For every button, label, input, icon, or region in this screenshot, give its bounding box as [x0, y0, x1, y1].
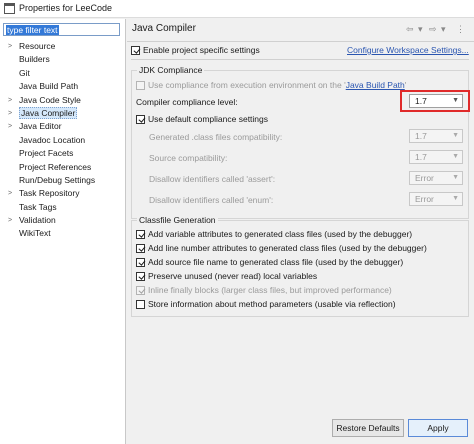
- configure-workspace-link[interactable]: Configure Workspace Settings...: [347, 45, 469, 55]
- sidebar-item-java-code-style[interactable]: > Java Code Style: [0, 94, 125, 107]
- page-header: Java Compiler ⇦ ▾ ⇨ ▾ ⋮: [127, 19, 474, 41]
- sidebar-item-label: Project Facets: [19, 148, 74, 159]
- opt-source-file-checkbox[interactable]: [136, 258, 145, 267]
- menu-icon[interactable]: ⋮: [456, 24, 465, 35]
- back-arrow-icon[interactable]: ⇦: [406, 24, 414, 35]
- sidebar-item-label: Java Build Path: [19, 81, 79, 92]
- enable-specific-label: Enable project specific settings: [143, 45, 260, 55]
- generated-compat-value: 1.7: [415, 131, 427, 141]
- enable-divider: [131, 59, 469, 60]
- sidebar-item-label: Validation: [19, 215, 56, 226]
- filter-input[interactable]: type filter text: [3, 23, 120, 36]
- restore-defaults-button[interactable]: Restore Defaults: [332, 419, 404, 437]
- generated-compat-select[interactable]: 1.7 ▼: [409, 129, 463, 143]
- sidebar-item-label: Resource: [19, 41, 56, 51]
- sidebar-item-label: Java Code Style: [19, 94, 81, 105]
- opt-method-params-label: Store information about method parameter…: [148, 299, 396, 309]
- sidebar-item-label: Run/Debug Settings: [19, 174, 96, 185]
- use-default-checkbox[interactable]: [136, 115, 145, 124]
- property-tree: > Resource Builders Git Java Build Path > Java…: [0, 40, 125, 241]
- chevron-down-icon: ▼: [452, 153, 459, 160]
- opt-variable-attrs-checkbox[interactable]: [136, 230, 145, 239]
- assert-value: Error: [415, 173, 434, 183]
- sidebar-item-java-editor[interactable]: > Java Editor: [0, 120, 125, 133]
- sidebar-item-label: Git: [19, 67, 30, 78]
- opt-preserve-unused-label: Preserve unused (never read) local varia…: [148, 271, 318, 281]
- chevron-right-icon[interactable]: >: [8, 40, 12, 53]
- sidebar-item-label: Task Tags: [19, 201, 57, 212]
- chevron-right-icon[interactable]: >: [8, 120, 12, 133]
- opt-line-number-label: Add line number attributes to generated …: [148, 243, 427, 253]
- sidebar-item-project-references[interactable]: Project References: [0, 161, 125, 174]
- main-panel: Java Compiler ⇦ ▾ ⇨ ▾ ⋮ Enable project s…: [127, 19, 474, 444]
- sidebar-item-run-debug-settings[interactable]: Run/Debug Settings: [0, 174, 125, 187]
- sidebar: type filter text > Resource Builders Git Jav…: [0, 19, 126, 444]
- forward-arrow-icon[interactable]: ⇨: [429, 24, 437, 35]
- filter-input-text: type filter text: [6, 25, 59, 35]
- sidebar-item-label: Task Repository: [19, 188, 80, 199]
- opt-method-params-checkbox[interactable]: [136, 300, 145, 309]
- chevron-right-icon[interactable]: >: [8, 107, 12, 120]
- chevron-down-icon: ▼: [452, 195, 459, 202]
- back-dropdown-icon[interactable]: ▾: [418, 24, 423, 35]
- title-bar: Properties for LeeCode: [0, 0, 474, 18]
- sidebar-item-label: Java Editor: [19, 121, 62, 132]
- source-compat-value: 1.7: [415, 152, 427, 162]
- opt-inline-finally-checkbox[interactable]: [136, 286, 145, 295]
- chevron-down-icon: ▼: [452, 174, 459, 181]
- window-title: Properties for LeeCode: [19, 3, 113, 13]
- classfile-title: Classfile Generation: [137, 215, 218, 225]
- sidebar-item-java-build-path[interactable]: Java Build Path: [0, 80, 125, 93]
- enum-label: Disallow identifiers called 'enum':: [149, 195, 274, 205]
- sidebar-item-label: Project References: [19, 161, 92, 172]
- assert-select[interactable]: Error ▼: [409, 171, 463, 185]
- page-title: Java Compiler: [132, 23, 196, 34]
- sidebar-item-project-facets[interactable]: Project Facets: [0, 147, 125, 160]
- enable-specific-checkbox[interactable]: [131, 46, 140, 55]
- chevron-right-icon[interactable]: >: [8, 94, 12, 107]
- enum-select[interactable]: Error ▼: [409, 192, 463, 206]
- use-env-label: Use compliance from execution environmen…: [148, 80, 407, 90]
- apply-button[interactable]: Apply: [408, 419, 468, 437]
- opt-inline-finally-label: Inline finally blocks (larger class file…: [148, 285, 392, 295]
- sidebar-item-label: Javadoc Location: [19, 134, 86, 145]
- sidebar-item-javadoc-location[interactable]: Javadoc Location: [0, 134, 125, 147]
- sidebar-item-label: Java Compiler: [19, 106, 78, 119]
- use-default-label: Use default compliance settings: [148, 114, 269, 124]
- sidebar-item-label: WikiText: [19, 228, 51, 239]
- assert-label: Disallow identifiers called 'assert':: [149, 174, 276, 184]
- generated-compat-label: Generated .class files compatibility:: [149, 132, 283, 142]
- header-divider: [127, 41, 474, 42]
- sidebar-item-builders[interactable]: Builders: [0, 53, 125, 66]
- opt-variable-attrs-label: Add variable attributes to generated cla…: [148, 229, 413, 239]
- compliance-level-label: Compiler compliance level:: [136, 97, 238, 107]
- sidebar-item-resource[interactable]: > Resource: [0, 40, 125, 53]
- java-build-path-link[interactable]: Java Build Path: [346, 80, 405, 90]
- source-compat-label: Source compatibility:: [149, 153, 228, 163]
- sidebar-item-wikitext[interactable]: WikiText: [0, 227, 125, 240]
- sidebar-item-java-compiler[interactable]: > Java Compiler: [0, 106, 125, 120]
- use-env-checkbox[interactable]: [136, 81, 145, 90]
- jdk-compliance-title: JDK Compliance: [137, 65, 205, 75]
- sidebar-item-git[interactable]: Git: [0, 67, 125, 80]
- opt-line-number-checkbox[interactable]: [136, 244, 145, 253]
- sidebar-item-task-repository[interactable]: > Task Repository: [0, 187, 125, 200]
- compliance-highlight-box: [400, 90, 470, 112]
- opt-preserve-unused-checkbox[interactable]: [136, 272, 145, 281]
- chevron-right-icon[interactable]: >: [8, 187, 12, 200]
- source-compat-select[interactable]: 1.7 ▼: [409, 150, 463, 164]
- sidebar-item-task-tags[interactable]: Task Tags: [0, 201, 125, 214]
- chevron-right-icon[interactable]: >: [8, 214, 12, 227]
- sidebar-item-validation[interactable]: > Validation: [0, 214, 125, 227]
- eclipse-app-icon: [4, 3, 15, 14]
- sidebar-item-label: Builders: [19, 54, 50, 65]
- enum-value: Error: [415, 194, 434, 204]
- chevron-down-icon: ▼: [452, 132, 459, 139]
- forward-dropdown-icon[interactable]: ▾: [441, 24, 446, 35]
- opt-source-file-label: Add source file name to generated class …: [148, 257, 404, 267]
